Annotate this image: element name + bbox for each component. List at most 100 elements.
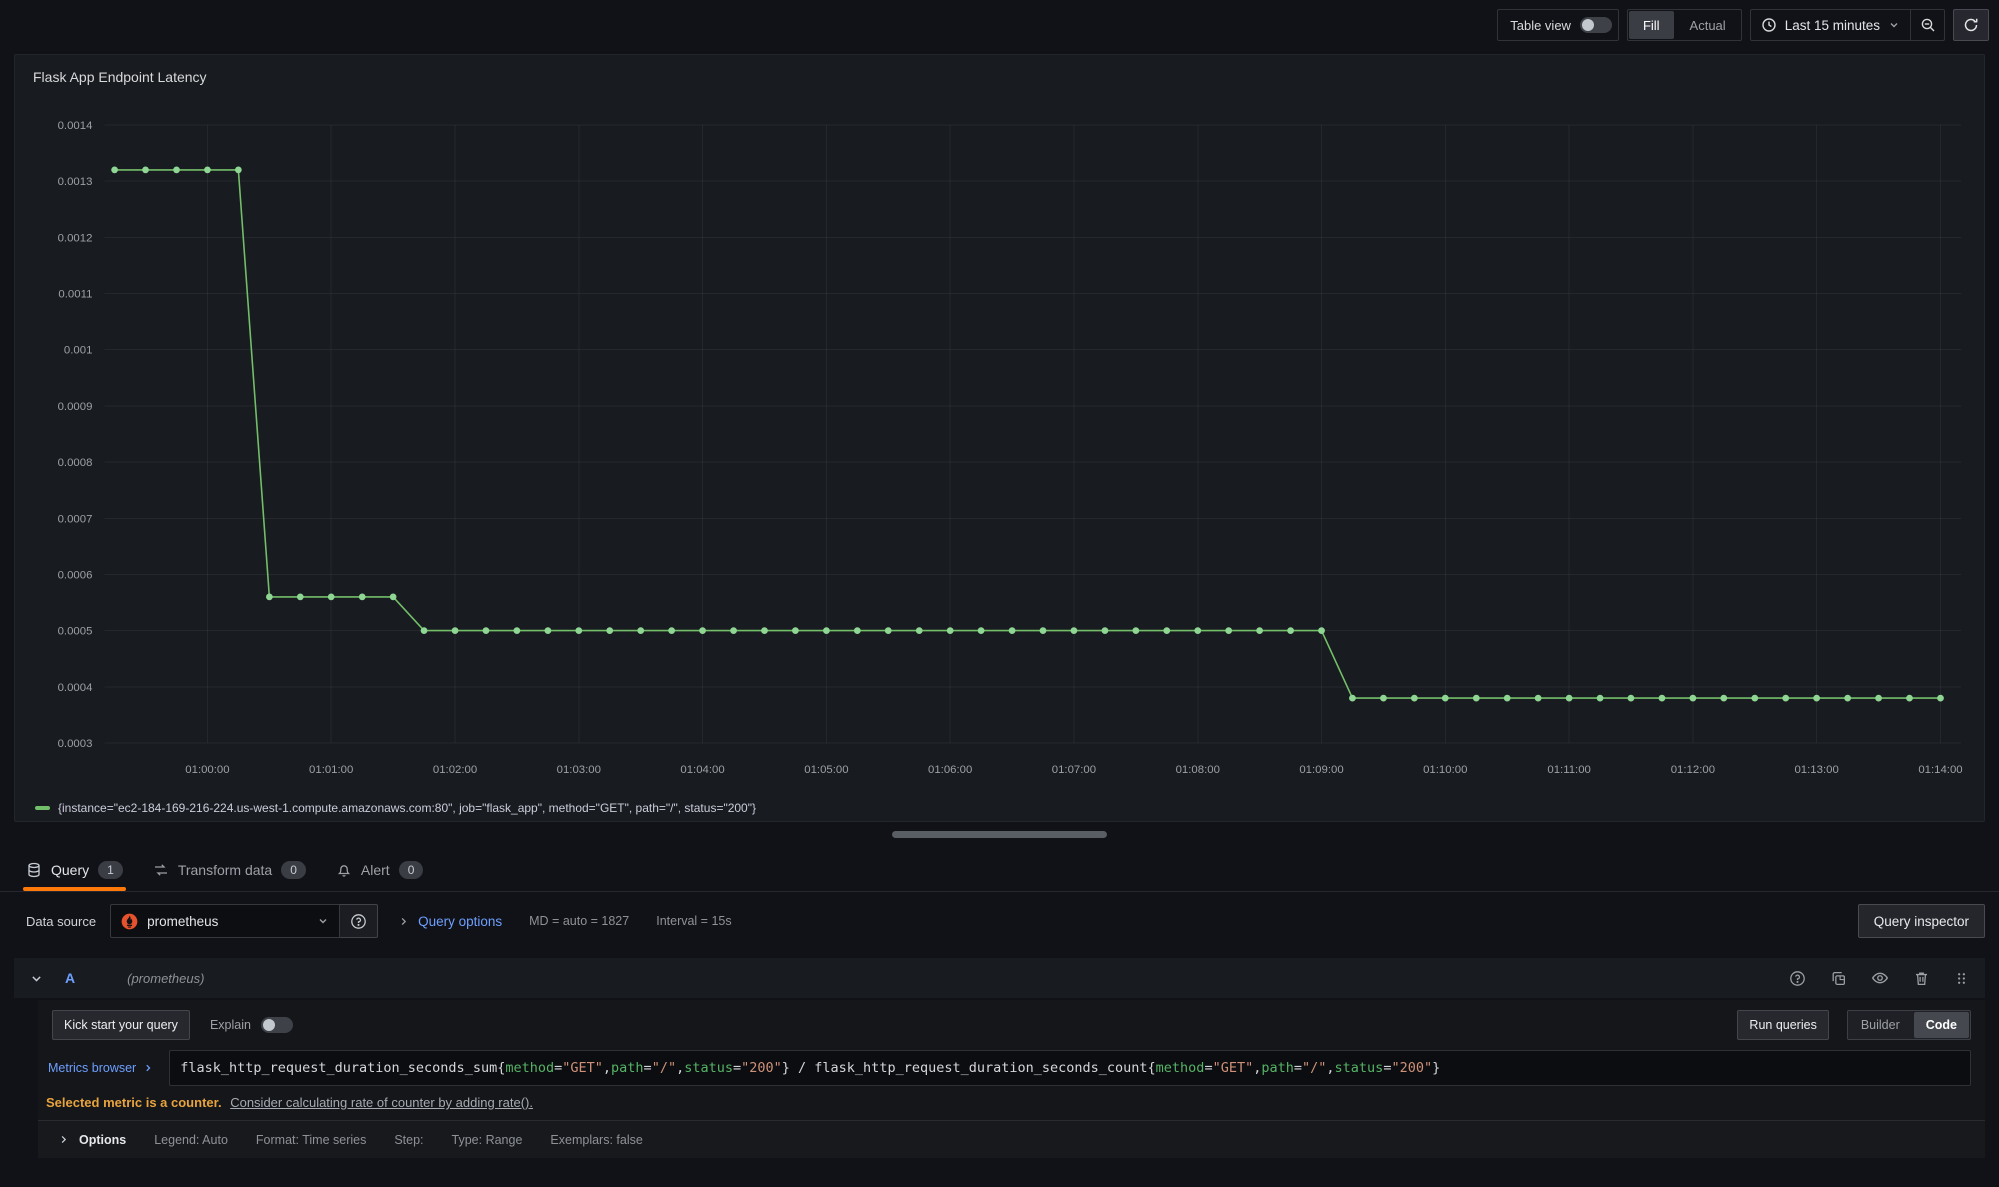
zoom-out-icon: [1920, 17, 1936, 33]
tab-query-label: Query: [51, 862, 89, 878]
explain-toggle-group: Explain: [210, 1017, 293, 1033]
svg-text:0.0011: 0.0011: [58, 288, 92, 300]
transform-icon: [153, 862, 169, 878]
help-circle-icon[interactable]: [1789, 970, 1806, 987]
query-inspector-button[interactable]: Query inspector: [1858, 904, 1985, 938]
svg-text:01:07:00: 01:07:00: [1052, 764, 1096, 776]
counter-warning-text: Selected metric is a counter.: [46, 1095, 222, 1110]
refresh-button[interactable]: [1953, 9, 1989, 41]
svg-text:0.0004: 0.0004: [58, 682, 93, 694]
svg-text:0.0008: 0.0008: [58, 457, 93, 469]
latency-panel: Flask App Endpoint Latency 0.0014 0.0013 0…: [14, 54, 1985, 822]
svg-text:0.0003: 0.0003: [58, 738, 93, 750]
editor-toolbar-row: Kick start your query Explain Run querie…: [38, 1000, 1985, 1040]
table-view-toggle-group: Table view: [1497, 9, 1619, 41]
latency-chart[interactable]: 0.00140.00130.00120.00110.0010.00090.000…: [29, 91, 1972, 797]
metrics-browser-toggle[interactable]: Metrics browser: [44, 1050, 169, 1086]
svg-text:01:09:00: 01:09:00: [1299, 764, 1343, 776]
svg-text:0.0006: 0.0006: [58, 569, 93, 581]
tab-transform-data[interactable]: Transform data 0: [153, 848, 306, 891]
time-range-label: Last 15 minutes: [1785, 18, 1880, 33]
zoom-out-button[interactable]: [1910, 10, 1944, 40]
datasource-help-button[interactable]: [340, 904, 378, 938]
svg-text:01:12:00: 01:12:00: [1671, 764, 1715, 776]
options-type: Type: Range: [452, 1133, 523, 1147]
chevron-right-icon: [143, 1063, 153, 1073]
options-format: Format: Time series: [256, 1133, 366, 1147]
chevron-down-icon: [1888, 19, 1900, 31]
code-button[interactable]: Code: [1914, 1012, 1969, 1038]
clock-icon: [1761, 17, 1777, 33]
add-rate-hint-link[interactable]: Consider calculating rate of counter by …: [230, 1095, 533, 1110]
options-label: Options: [79, 1133, 126, 1147]
datasource-picker[interactable]: prometheus: [110, 904, 340, 938]
legend-series-label[interactable]: {instance="ec2-184-169-216-224.us-west-1…: [58, 801, 756, 815]
tab-alert[interactable]: Alert 0: [336, 848, 423, 891]
query-row-actions: [1789, 969, 1969, 987]
editor-tabs: Query 1 Transform data 0 Alert 0: [0, 848, 1999, 892]
grafana-panel-editor: { "toolbar": { "table_view": "Table view…: [0, 0, 1999, 1187]
query-ref-id: A: [65, 970, 75, 986]
svg-text:0.001: 0.001: [64, 345, 92, 357]
svg-text:0.0005: 0.0005: [58, 626, 93, 638]
time-range-button[interactable]: Last 15 minutes: [1751, 10, 1910, 40]
svg-text:0.0014: 0.0014: [58, 120, 93, 132]
query-options-toggle[interactable]: Query options MD = auto = 1827 Interval …: [398, 914, 732, 929]
top-toolbar: Table view Fill Actual Last 15 minutes: [0, 0, 1999, 50]
promql-code-input[interactable]: flask_http_request_duration_seconds_sum{…: [169, 1050, 1971, 1086]
run-queries-button[interactable]: Run queries: [1737, 1010, 1828, 1040]
options-step: Step:: [394, 1133, 423, 1147]
chevron-right-icon[interactable]: [58, 1134, 69, 1145]
fill-actual-segmented: Fill Actual: [1627, 9, 1742, 41]
collapse-chevron-icon[interactable]: [30, 972, 43, 985]
svg-text:01:08:00: 01:08:00: [1176, 764, 1220, 776]
query-options-interval: Interval = 15s: [656, 914, 731, 928]
chart-legend: {instance="ec2-184-169-216-224.us-west-1…: [29, 797, 1972, 819]
query-options-collapsed-row[interactable]: Options Legend: Auto Format: Time series…: [38, 1120, 1985, 1158]
tab-query[interactable]: Query 1: [26, 848, 123, 891]
svg-text:01:05:00: 01:05:00: [804, 764, 848, 776]
datasource-row: Data source prometheus Query opt: [0, 892, 1999, 950]
query-datasource-hint: (prometheus): [127, 971, 204, 986]
svg-text:0.0013: 0.0013: [58, 176, 93, 188]
duplicate-query-icon[interactable]: [1830, 970, 1847, 987]
svg-text:01:00:00: 01:00:00: [185, 764, 229, 776]
options-legend: Legend: Auto: [154, 1133, 228, 1147]
toggle-visibility-eye-icon[interactable]: [1871, 969, 1889, 987]
refresh-icon: [1963, 17, 1979, 33]
query-editor: Kick start your query Explain Run querie…: [38, 1000, 1985, 1158]
help-circle-icon: [350, 913, 367, 930]
time-range-group: Last 15 minutes: [1750, 9, 1945, 41]
options-summary: Legend: Auto Format: Time series Step: T…: [154, 1133, 643, 1147]
datasource-label: Data source: [26, 914, 96, 929]
datasource-value: prometheus: [147, 914, 218, 929]
tab-query-badge: 1: [98, 861, 123, 879]
svg-text:01:10:00: 01:10:00: [1423, 764, 1467, 776]
drag-handle-grip-icon[interactable]: [1954, 971, 1969, 986]
svg-text:01:02:00: 01:02:00: [433, 764, 477, 776]
kick-start-query-button[interactable]: Kick start your query: [52, 1010, 190, 1040]
fill-button[interactable]: Fill: [1629, 11, 1674, 39]
svg-text:01:14:00: 01:14:00: [1918, 764, 1962, 776]
svg-text:01:01:00: 01:01:00: [309, 764, 353, 776]
query-hint-row: Selected metric is a counter. Consider c…: [38, 1086, 1985, 1120]
builder-button[interactable]: Builder: [1849, 1012, 1912, 1038]
explain-switch[interactable]: [261, 1017, 293, 1033]
query-a-header[interactable]: A (prometheus): [14, 958, 1985, 998]
metrics-browser-label: Metrics browser: [48, 1061, 136, 1075]
svg-text:01:13:00: 01:13:00: [1794, 764, 1838, 776]
tab-transform-label: Transform data: [178, 862, 272, 878]
svg-text:0.0012: 0.0012: [58, 232, 93, 244]
actual-button[interactable]: Actual: [1676, 11, 1740, 39]
panel-title: Flask App Endpoint Latency: [29, 63, 1972, 91]
svg-text:01:11:00: 01:11:00: [1547, 764, 1590, 776]
promql-editor-row: Metrics browser flask_http_request_durat…: [38, 1050, 1971, 1086]
resize-drag-handle[interactable]: [892, 831, 1107, 838]
table-view-switch[interactable]: [1580, 17, 1612, 33]
delete-query-trash-icon[interactable]: [1913, 970, 1930, 987]
query-options-label[interactable]: Query options: [418, 914, 502, 929]
tab-transform-badge: 0: [281, 861, 306, 879]
table-view-label: Table view: [1510, 18, 1571, 33]
options-exemplars: Exemplars: false: [550, 1133, 642, 1147]
promql-code: flask_http_request_duration_seconds_sum{…: [180, 1060, 1440, 1076]
